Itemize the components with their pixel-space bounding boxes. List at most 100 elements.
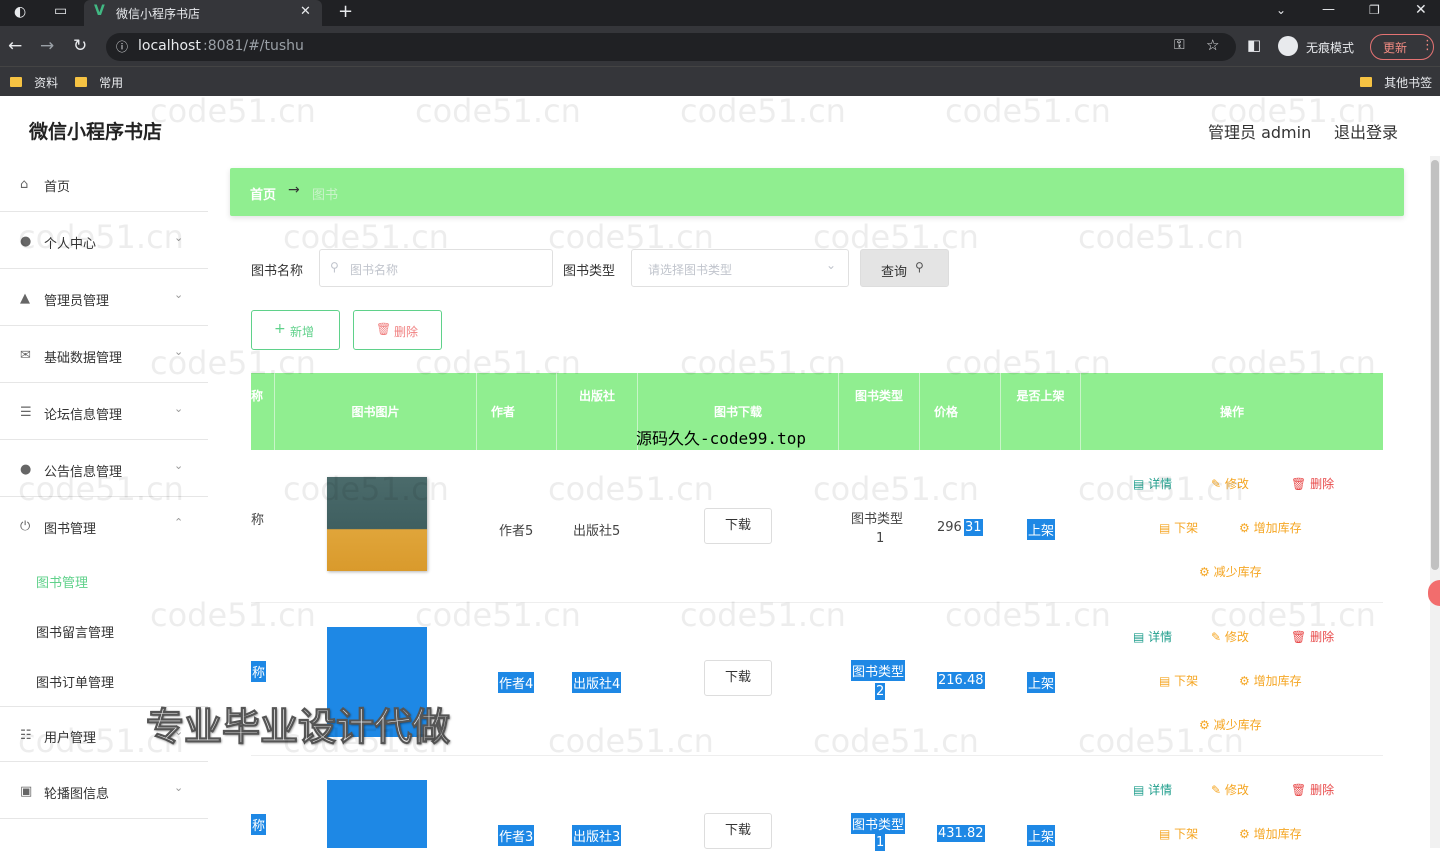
- sidebar-item-label: 个人中心: [44, 237, 97, 252]
- sidepanel-icon[interactable]: ◧: [1247, 36, 1261, 54]
- download-button[interactable]: 下载: [704, 508, 772, 544]
- app-title: 微信小程序书店: [29, 121, 163, 143]
- tab-search-icon[interactable]: ▭: [54, 3, 67, 19]
- detail-label: 详情: [1148, 783, 1173, 797]
- header-label: 图书下载: [713, 405, 762, 419]
- detail-button[interactable]: ▤ 详情: [1133, 475, 1172, 492]
- sidebar-sub-item-books[interactable]: 图书管理: [36, 572, 88, 591]
- add-stock-button[interactable]: ⚙ 增加库存: [1239, 519, 1302, 536]
- incognito-icon: [1278, 36, 1298, 56]
- page-scrollbar-thumb[interactable]: [1431, 160, 1439, 570]
- column-header-image[interactable]: 图书图片: [275, 373, 477, 450]
- delete-button[interactable]: 🗑 删除: [1291, 475, 1334, 492]
- sidebar-sub-item-book-messages[interactable]: 图书留言管理: [36, 622, 114, 641]
- folder-icon: [1360, 77, 1372, 87]
- take-off-button[interactable]: ▤ 下架: [1159, 825, 1198, 842]
- delete-button[interactable]: 🗑 删除: [1291, 781, 1334, 798]
- detail-button[interactable]: ▤ 详情: [1133, 781, 1172, 798]
- sidebar-item-basic-data[interactable]: ✉ 基础数据管理 ⌄: [0, 327, 208, 383]
- add-stock-button[interactable]: ⚙ 增加库存: [1239, 672, 1302, 689]
- incognito-label[interactable]: 无痕模式: [1306, 39, 1354, 56]
- query-button[interactable]: 查询 ⚲: [860, 249, 949, 287]
- edit-label: 修改: [1224, 630, 1249, 644]
- column-header-author[interactable]: 作者: [477, 373, 557, 450]
- sidebar-item-books[interactable]: ⏻ 图书管理 ⌃: [0, 498, 208, 554]
- book-name-placeholder: 图书名称: [350, 263, 399, 277]
- reduce-stock-button[interactable]: ⚙ 减少库存: [1199, 563, 1262, 580]
- sidebar-item-carousel[interactable]: ▣ 轮播图信息 ⌄: [0, 763, 208, 819]
- site-info-icon[interactable]: ⓘ: [116, 38, 128, 55]
- book-name-input[interactable]: ⚲ 图书名称: [319, 249, 553, 287]
- bookmark-folder-2[interactable]: 常用: [75, 74, 123, 91]
- type-cell-line2: 2: [875, 683, 886, 700]
- column-header-name[interactable]: 称: [251, 373, 275, 450]
- reduce-stock-button[interactable]: ⚙ 减少库存: [1199, 716, 1262, 733]
- chevron-down-icon: ⌄: [174, 781, 184, 794]
- column-header-on-shelf[interactable]: 是否上架: [1001, 373, 1081, 450]
- add-stock-button[interactable]: ⚙ 增加库存: [1239, 825, 1302, 842]
- restore-icon[interactable]: ❐: [1369, 3, 1380, 17]
- take-off-button[interactable]: ▤ 下架: [1159, 519, 1198, 536]
- sidebar-item-forum[interactable]: ☰ 论坛信息管理 ⌄: [0, 384, 208, 440]
- back-icon[interactable]: ←: [8, 36, 22, 56]
- breadcrumb-separator: →: [288, 182, 300, 198]
- column-header-type[interactable]: 图书类型: [839, 373, 920, 450]
- table-row: 称 作者5 出版社5 下载 图书类型 1 296 31 上架 ▤ 详情 ✎ 修改…: [251, 453, 1383, 603]
- book-cover-image: [327, 477, 427, 571]
- star-icon[interactable]: ☆: [1206, 36, 1219, 54]
- breadcrumb-home[interactable]: 首页: [250, 184, 276, 203]
- new-tab-icon[interactable]: +: [338, 1, 353, 22]
- edit-button[interactable]: ✎ 修改: [1211, 628, 1249, 645]
- batch-delete-button[interactable]: 🗑 删除: [353, 310, 442, 350]
- tab-list-chevron-icon[interactable]: ⌄: [1276, 3, 1286, 17]
- reload-icon[interactable]: ↻: [73, 36, 87, 56]
- price-cell: 296: [937, 520, 962, 535]
- edit-button[interactable]: ✎ 修改: [1211, 781, 1249, 798]
- other-bookmarks[interactable]: 其他书签: [1360, 74, 1432, 91]
- update-button[interactable]: 更新 ⋮: [1370, 34, 1434, 60]
- price-cell-highlight: 31: [964, 519, 983, 536]
- download-button[interactable]: 下载: [704, 813, 772, 849]
- minimize-icon[interactable]: —: [1322, 2, 1335, 17]
- edit-button[interactable]: ✎ 修改: [1211, 475, 1249, 492]
- url-field[interactable]: ⓘ localhost :8081/#/tushu ⚿ ☆: [106, 33, 1236, 61]
- sidebar-sub-item-book-orders[interactable]: 图书订单管理: [36, 672, 114, 691]
- book-name-cell: 称: [251, 814, 267, 835]
- on-shelf-cell: 上架: [1027, 519, 1056, 540]
- tab-close-icon[interactable]: ✕: [300, 4, 311, 19]
- home-icon: ⌂: [20, 177, 29, 192]
- browser-tab[interactable]: V 微信小程序书店 ✕: [84, 0, 322, 26]
- download-label: 下载: [724, 518, 751, 533]
- bookmark-folder-1[interactable]: 资料: [10, 74, 58, 91]
- power-icon: ⏻: [20, 519, 31, 534]
- bookmark-label: 资料: [34, 76, 59, 90]
- column-header-price[interactable]: 价格: [920, 373, 1001, 450]
- breadcrumb-current: 图书: [312, 188, 339, 203]
- book-type-select[interactable]: 请选择图书类型 ⌄: [631, 249, 849, 287]
- promo-overlay-text: 专业毕业设计代做: [145, 705, 451, 750]
- sidebar-item-admins[interactable]: ▲ 管理员管理 ⌄: [0, 270, 208, 326]
- browser-profile-icon[interactable]: ◐: [14, 4, 26, 20]
- sidebar-item-home[interactable]: ⌂ 首页: [0, 156, 208, 212]
- sidebar-item-notice[interactable]: ● 公告信息管理 ⌄: [0, 441, 208, 497]
- forward-icon[interactable]: →: [40, 36, 54, 56]
- column-header-publisher[interactable]: 出版社: [557, 373, 638, 450]
- logout-link[interactable]: 退出登录: [1334, 119, 1398, 143]
- delete-button[interactable]: 🗑 删除: [1291, 628, 1334, 645]
- sidebar-item-profile[interactable]: ● 个人中心 ⌄: [0, 213, 208, 269]
- download-button[interactable]: 下载: [704, 660, 772, 696]
- header-label: 图书类型: [854, 389, 903, 403]
- url-path: :8081/#/tushu: [203, 38, 304, 54]
- header-label: 价格: [934, 405, 959, 419]
- price-cell-highlight: 431.82: [937, 825, 985, 842]
- bookmark-label: 常用: [99, 76, 124, 90]
- take-off-button[interactable]: ▤ 下架: [1159, 672, 1198, 689]
- add-button[interactable]: + 新增: [251, 310, 340, 350]
- sliders-icon: ☷: [20, 728, 32, 743]
- author-cell: 作者3: [498, 825, 535, 846]
- window-close-icon[interactable]: ✕: [1415, 2, 1427, 18]
- key-icon[interactable]: ⚿: [1174, 37, 1185, 53]
- chevron-down-icon: ⌄: [174, 288, 184, 301]
- detail-button[interactable]: ▤ 详情: [1133, 628, 1172, 645]
- url-host: localhost: [138, 38, 201, 54]
